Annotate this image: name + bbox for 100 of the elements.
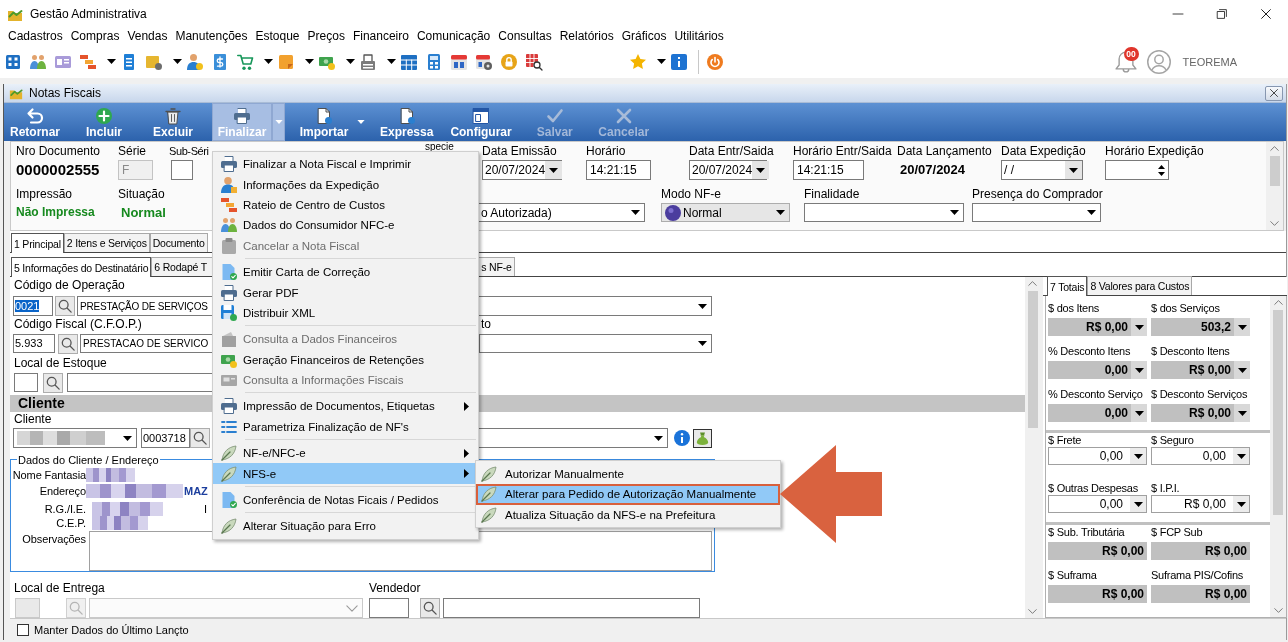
card-icon[interactable]	[55, 53, 71, 70]
calendar-gear-icon[interactable]	[476, 53, 492, 70]
tab[interactable]: 1 Principal	[11, 233, 64, 253]
note-icon[interactable]	[278, 53, 294, 70]
amount-field[interactable]: 0,00	[1048, 447, 1147, 465]
date-select[interactable]: / /	[1001, 160, 1083, 180]
amount-field[interactable]: R$ 0,00	[1048, 585, 1147, 603]
search-button[interactable]	[420, 598, 440, 618]
date-select[interactable]: 20/07/2024	[482, 160, 562, 180]
time-field[interactable]: 14:21:15	[793, 160, 864, 180]
bell-icon[interactable]	[1114, 50, 1137, 73]
toolbar-button[interactable]: Importar	[294, 103, 354, 141]
toolbar-button[interactable]: Retornar	[5, 103, 65, 141]
menu-item[interactable]: Consultas	[494, 28, 556, 45]
caret-icon[interactable]	[264, 59, 273, 64]
scrollbar-thumb[interactable]	[1027, 291, 1038, 428]
tab[interactable]: 2 Itens e Serviços	[63, 233, 150, 252]
person-icon[interactable]	[187, 53, 203, 70]
code-field[interactable]: 5.933	[13, 334, 55, 353]
scrollbar-thumb[interactable]	[1269, 156, 1280, 186]
menu-item[interactable]: Finalizar a Nota Fiscal e Imprimir	[213, 154, 478, 175]
amount-field[interactable]: R$ 0,00	[1151, 361, 1250, 379]
menu-item[interactable]: Alterar para Pedido de Autorização Manualmente	[476, 484, 780, 505]
menu-item[interactable]: Rateio de Centro de Custos	[213, 194, 478, 216]
tab[interactable]: 7 Totais	[1047, 276, 1088, 296]
chevron-up-icon[interactable]	[1028, 281, 1037, 286]
document-icon[interactable]	[121, 53, 137, 70]
toolbar-button[interactable]: Excluir	[143, 103, 203, 141]
authorization-select[interactable]: o Autorizada)	[478, 203, 645, 222]
amount-field[interactable]: 0,00	[1048, 361, 1147, 379]
toolbar-button[interactable]: Incluir	[74, 103, 134, 141]
menu-item[interactable]: Utilitários	[670, 28, 728, 45]
menu-item[interactable]: Autorizar Manualmente	[476, 463, 780, 485]
menu-item[interactable]: Comunicação	[412, 28, 495, 45]
chevron-down-icon[interactable]	[1270, 221, 1279, 226]
date-select[interactable]: 20/07/2024	[689, 160, 767, 180]
select-field[interactable]	[89, 598, 363, 618]
toolbar-button[interactable]: Configurar	[446, 103, 516, 141]
menu-item[interactable]: Emitir Carta de Correção	[213, 261, 478, 283]
scrollbar[interactable]	[1266, 142, 1283, 230]
presence-select[interactable]	[972, 203, 1101, 222]
description-field[interactable]	[443, 598, 700, 618]
power-icon[interactable]	[707, 53, 723, 70]
amount-field[interactable]: 0,00	[1151, 447, 1250, 465]
close-button[interactable]	[1265, 85, 1283, 101]
mode-select[interactable]: Normal	[661, 203, 790, 222]
code-field[interactable]	[14, 373, 38, 392]
tab[interactable]: Documento	[149, 233, 208, 252]
menu-item[interactable]: Financeiro	[348, 28, 413, 45]
menu-item[interactable]: Distribuir XML	[213, 302, 478, 324]
menu-item[interactable]: Preços	[303, 28, 349, 45]
code-field[interactable]	[369, 598, 409, 618]
chevron-up-icon[interactable]	[1273, 300, 1283, 305]
menu-item[interactable]: Geração Financeiros de Retenções	[213, 349, 478, 370]
time-field[interactable]: 14:21:15	[586, 160, 651, 180]
caret-icon[interactable]	[346, 59, 355, 64]
purpose-select[interactable]	[804, 203, 964, 222]
checkbox-label[interactable]: Manter Dados do Último Lançto	[34, 623, 189, 636]
menu-item[interactable]: NFS-e	[213, 463, 478, 484]
chevron-down-icon[interactable]	[1273, 608, 1283, 613]
client-select[interactable]	[13, 428, 137, 448]
menu-item[interactable]: Atualiza Situação da NFS-e na Prefeitura	[476, 504, 780, 526]
menu-item[interactable]: Relatórios	[555, 28, 618, 45]
scrollbar[interactable]	[1270, 296, 1286, 617]
menu-item[interactable]: Estoque	[251, 28, 304, 45]
menu-item[interactable]: NF-e/NFC-e	[213, 443, 478, 464]
bars-icon[interactable]	[80, 53, 96, 70]
menu-item[interactable]: Vendas	[123, 28, 172, 45]
amount-field[interactable]: R$ 0,00	[1048, 318, 1147, 336]
menu-item[interactable]: Conferência de Notas Ficais / Pedidos	[213, 489, 478, 511]
search-button[interactable]	[58, 333, 78, 354]
cash-register-icon[interactable]	[360, 53, 376, 70]
tab[interactable]: 8 Valores para Custos	[1087, 276, 1193, 295]
caret-icon[interactable]	[387, 59, 396, 64]
money-bag-button[interactable]	[693, 428, 712, 448]
dropdown-button[interactable]	[272, 103, 285, 141]
amount-field[interactable]: R$ 0,00	[1151, 404, 1250, 422]
code-field[interactable]: 0021	[13, 296, 53, 316]
chevron-down-icon[interactable]	[1028, 609, 1037, 614]
calendar-icon[interactable]	[451, 53, 467, 70]
code-field[interactable]: 0003718	[141, 428, 190, 448]
star-icon[interactable]	[630, 53, 646, 70]
search-button[interactable]	[43, 372, 63, 393]
amount-field[interactable]: 0,00	[1048, 404, 1147, 422]
cart-icon[interactable]	[237, 53, 253, 70]
menu-item[interactable]: Manutenções	[171, 28, 252, 45]
caret-icon[interactable]	[657, 59, 666, 64]
amount-field[interactable]: R$ 0,00	[1151, 495, 1250, 513]
lock-icon[interactable]	[501, 53, 517, 70]
amount-field[interactable]: 0,00	[1048, 495, 1147, 513]
user-icon[interactable]	[1146, 49, 1171, 74]
sub-series-field[interactable]	[171, 160, 193, 180]
scrollbar-thumb[interactable]	[1273, 310, 1283, 515]
tab[interactable]: 5 Informações do Destinatário	[11, 257, 152, 277]
menu-item[interactable]: Gráficos	[617, 28, 671, 45]
menu-item[interactable]: Informações da Expedição	[213, 174, 478, 195]
menu-item[interactable]: Compras	[66, 28, 124, 45]
chevron-up-icon[interactable]	[1270, 146, 1279, 151]
caret-icon[interactable]	[173, 59, 182, 64]
search-button[interactable]	[55, 296, 75, 316]
